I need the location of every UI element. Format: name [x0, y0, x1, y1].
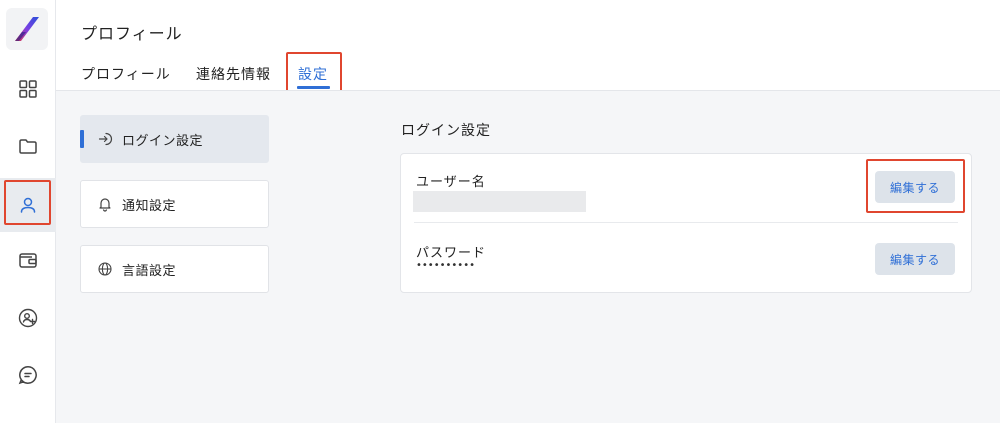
menu-item-label: 通知設定 [122, 198, 177, 214]
globe-icon [97, 261, 113, 277]
tab-settings[interactable]: 設定 [298, 64, 328, 84]
app-logo[interactable] [6, 8, 48, 50]
username-value-redacted [413, 191, 586, 212]
bell-icon [97, 196, 113, 212]
menu-item-notification-settings[interactable]: 通知設定 [80, 180, 269, 228]
tab-contact-info[interactable]: 連絡先情報 [196, 64, 271, 84]
add-user-icon [18, 308, 38, 328]
row-divider [414, 222, 958, 223]
wallet-icon [19, 253, 37, 268]
page-title: プロフィール [81, 24, 183, 43]
password-masked-value: •••••••••• [416, 260, 475, 271]
password-label: パスワード [416, 246, 487, 261]
username-label: ユーザー名 [416, 175, 486, 190]
user-icon [20, 197, 36, 213]
chat-icon [18, 366, 37, 385]
menu-item-label: ログイン設定 [122, 133, 204, 149]
menu-active-indicator [80, 130, 84, 148]
tab-profile[interactable]: プロフィール [81, 64, 171, 84]
menu-item-label: 言語設定 [122, 263, 177, 279]
sidebar-item-chat[interactable] [8, 355, 48, 395]
sidebar [0, 0, 56, 423]
sidebar-item-dashboard[interactable] [8, 69, 48, 109]
sidebar-item-folder[interactable] [8, 126, 48, 166]
edit-password-button[interactable]: 編集する [875, 243, 955, 275]
sidebar-item-user[interactable] [8, 185, 48, 225]
tab-active-underline [297, 86, 330, 89]
logo-icon [15, 17, 39, 41]
edit-username-button[interactable]: 編集する [875, 171, 955, 203]
folder-icon [19, 139, 37, 154]
menu-item-login-settings[interactable]: ログイン設定 [80, 115, 269, 163]
menu-item-language-settings[interactable]: 言語設定 [80, 245, 269, 293]
section-title: ログイン設定 [401, 123, 491, 139]
sidebar-item-add-user[interactable] [8, 298, 48, 338]
login-icon [97, 131, 113, 147]
dashboard-grid-icon [19, 80, 37, 98]
sidebar-item-wallet[interactable] [8, 240, 48, 280]
